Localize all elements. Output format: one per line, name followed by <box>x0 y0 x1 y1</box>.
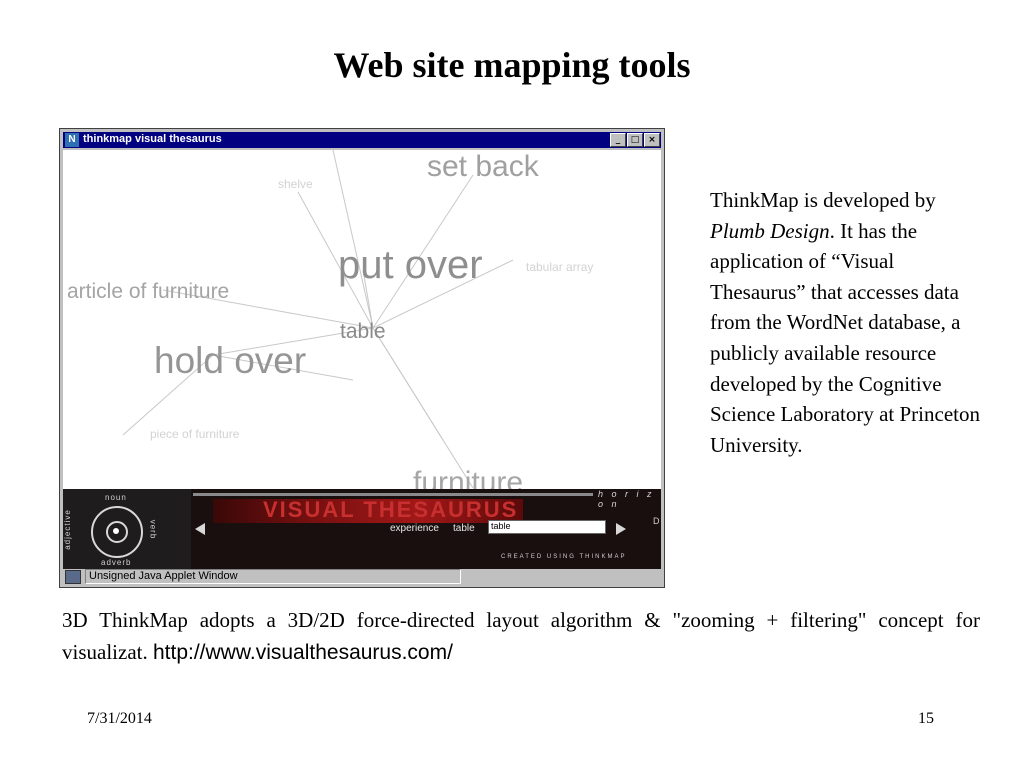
window-buttons: _ □ × <box>609 133 660 147</box>
thesaurus-map-canvas[interactable]: set back shelve tabular array put over a… <box>63 150 661 489</box>
description-intro: ThinkMap is developed by <box>710 188 936 212</box>
applet-window: N thinkmap visual thesaurus _ □ × set back… <box>59 128 665 588</box>
caption-url-link[interactable]: http://www.visualthesaurus.com/ <box>153 641 453 664</box>
developer-name: Plumb Design <box>710 218 830 243</box>
word-search-input[interactable]: table <box>488 520 606 534</box>
forward-arrow-icon[interactable] <box>616 523 626 535</box>
compass-label-verb[interactable]: verb <box>148 520 157 540</box>
maximize-button[interactable]: □ <box>627 133 643 147</box>
word-node-hold-over[interactable]: hold over <box>154 340 306 382</box>
compass-label-adverb[interactable]: adverb <box>101 558 131 567</box>
horizon-label: h o r i z o n <box>598 489 655 509</box>
part-of-speech-compass[interactable]: noun adjective verb adverb <box>63 489 191 569</box>
map-link <box>332 150 374 329</box>
word-node-table[interactable]: table <box>340 320 386 344</box>
page-number: 15 <box>918 710 934 727</box>
footer-date: 7/31/2014 <box>87 710 152 727</box>
window-status-bar: Unsigned Java Applet Window <box>63 569 661 584</box>
word-node-article-of-furniture[interactable]: article of furniture <box>67 280 229 304</box>
history-item-experience[interactable]: experience <box>390 523 439 534</box>
back-arrow-icon[interactable] <box>195 523 205 535</box>
word-node-piece-of-furniture[interactable]: piece of furniture <box>150 427 239 441</box>
word-node-put-over[interactable]: put over <box>338 243 483 288</box>
thinkmap-control-bar: noun adjective verb adverb h o r i z o n… <box>63 489 661 569</box>
window-title: thinkmap visual thesaurus <box>83 133 222 145</box>
map-link <box>372 327 444 441</box>
compass-label-adjective[interactable]: adjective <box>63 509 72 550</box>
banner-logo-text: VISUAL THESAURUS <box>263 497 519 522</box>
compass-center-dot <box>113 528 119 534</box>
netscape-icon: N <box>65 133 79 147</box>
word-node-furniture[interactable]: furniture <box>413 466 523 489</box>
status-text: Unsigned Java Applet Window <box>85 569 461 584</box>
word-node-set-back[interactable]: set back <box>427 150 539 184</box>
word-node-shelve[interactable]: shelve <box>278 177 313 191</box>
minimize-button[interactable]: _ <box>610 133 626 147</box>
horizon-slider-track[interactable] <box>193 493 593 496</box>
java-applet-icon <box>65 570 81 584</box>
caption-text: 3D ThinkMap adopts a 3D/2D force-directe… <box>62 604 980 669</box>
close-button[interactable]: × <box>644 133 660 147</box>
slide-title: Web site mapping tools <box>333 45 691 85</box>
description-text: ThinkMap is developed by Plumb Design. I… <box>710 185 990 460</box>
window-titlebar[interactable]: N thinkmap visual thesaurus _ □ × <box>63 132 661 148</box>
created-using-thinkmap-label: CREATED USING THINKMAP <box>501 554 627 560</box>
description-body: . It has the application of “Visual Thes… <box>710 218 980 457</box>
compass-label-noun[interactable]: noun <box>105 493 127 502</box>
side-label: D <box>653 516 660 526</box>
history-item-table[interactable]: table <box>453 523 475 534</box>
word-node-tabular-array[interactable]: tabular array <box>526 260 593 274</box>
